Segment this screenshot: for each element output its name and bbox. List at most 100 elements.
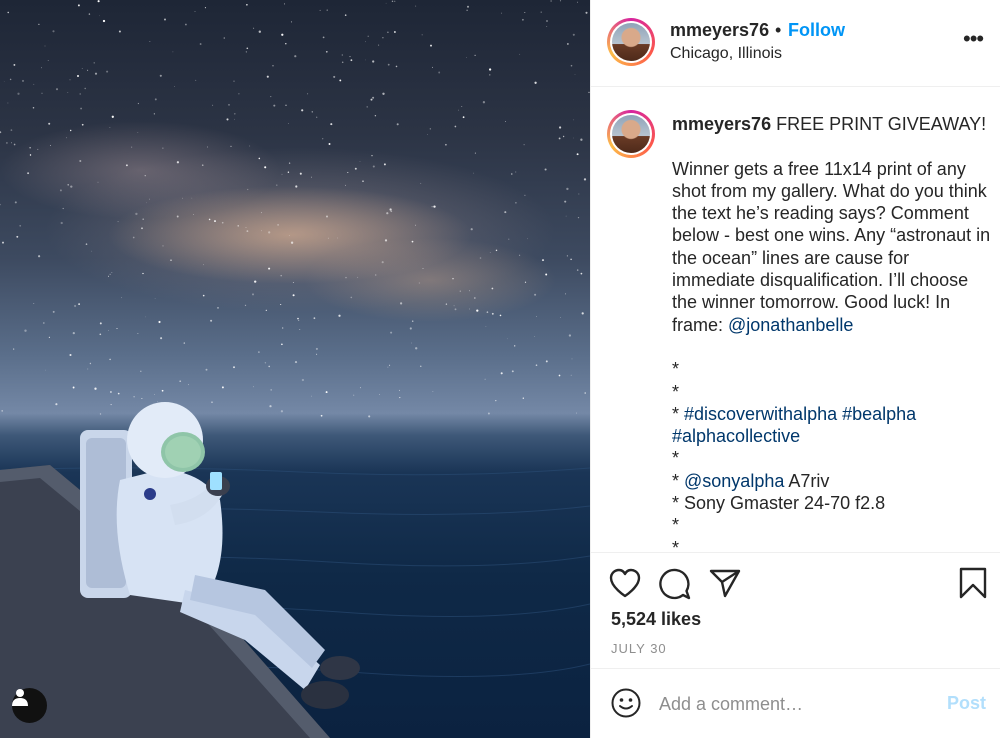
star	[3, 81, 5, 82]
star	[322, 36, 325, 39]
follow-button[interactable]: Follow	[788, 20, 845, 41]
comment-icon[interactable]	[659, 568, 691, 600]
frame-mention-link[interactable]: @jonathanbelle	[728, 315, 853, 335]
star	[154, 298, 156, 299]
star	[162, 147, 164, 149]
star	[253, 27, 255, 29]
star	[117, 221, 119, 223]
bookmark-icon[interactable]	[959, 567, 987, 599]
star	[316, 116, 318, 118]
caption-star-line: *	[672, 448, 680, 469]
caption-username[interactable]: mmeyers76	[672, 114, 771, 134]
star	[515, 201, 517, 204]
star	[570, 374, 572, 376]
post-location[interactable]: Chicago, Illinois	[670, 45, 782, 63]
star	[454, 308, 457, 311]
star	[109, 127, 111, 129]
star	[524, 281, 527, 283]
post-comment-button[interactable]: Post	[947, 693, 986, 714]
star	[381, 261, 384, 264]
star	[188, 384, 190, 386]
star	[9, 78, 12, 81]
star	[522, 397, 524, 399]
star	[339, 79, 342, 82]
star	[374, 115, 377, 117]
star	[7, 11, 9, 14]
star	[141, 227, 143, 230]
star	[583, 178, 587, 181]
caption-star-prefix: *	[672, 470, 685, 491]
paper-plane-icon[interactable]	[709, 568, 741, 598]
star	[60, 221, 63, 225]
hashtags-link[interactable]: #discoverwithalpha #bealpha #alphacollec…	[672, 404, 921, 446]
star	[0, 203, 1, 206]
star	[102, 19, 106, 23]
star	[387, 366, 389, 368]
comments-section[interactable]: mmeyers76 FREE PRINT GIVEAWAY! Winner ge…	[591, 88, 1000, 552]
star	[183, 342, 186, 344]
post-header: mmeyers76 • Follow Chicago, Illinois •••	[591, 0, 1000, 87]
star	[77, 4, 80, 7]
star	[258, 351, 260, 353]
post-date[interactable]: JULY 30	[611, 641, 667, 656]
star	[50, 144, 51, 146]
star	[91, 250, 93, 252]
star	[390, 210, 393, 213]
star	[69, 79, 71, 81]
author-avatar[interactable]	[607, 18, 655, 66]
camera-mention-link[interactable]: @sonyalpha	[684, 471, 784, 491]
comment-input[interactable]	[659, 688, 929, 720]
post-photo[interactable]	[0, 0, 590, 738]
star	[111, 271, 113, 274]
star	[59, 189, 62, 192]
star	[94, 72, 98, 75]
star	[429, 128, 431, 130]
star	[287, 171, 290, 173]
star	[288, 235, 290, 236]
star	[93, 62, 95, 64]
star	[160, 337, 163, 340]
caption-avatar[interactable]	[607, 110, 655, 158]
star	[489, 251, 491, 253]
star	[378, 44, 380, 46]
star	[330, 123, 333, 126]
star	[210, 319, 213, 322]
star	[524, 194, 526, 197]
star	[523, 144, 525, 146]
star	[387, 31, 389, 33]
star	[149, 41, 151, 42]
star	[327, 237, 329, 239]
star	[469, 290, 470, 292]
star	[67, 92, 69, 93]
star	[237, 225, 239, 227]
star	[580, 272, 583, 275]
author-username[interactable]: mmeyers76	[670, 20, 769, 41]
star	[137, 102, 140, 105]
star	[7, 102, 9, 104]
star	[319, 9, 321, 11]
star	[458, 109, 459, 111]
star	[258, 157, 261, 160]
star	[149, 198, 150, 200]
star	[131, 146, 133, 148]
star	[207, 146, 208, 148]
star	[107, 330, 109, 331]
star	[99, 15, 100, 17]
heart-icon[interactable]	[609, 568, 641, 598]
star	[576, 153, 579, 156]
star	[33, 83, 35, 85]
star	[415, 224, 416, 226]
user-tag-button[interactable]	[12, 688, 47, 723]
star	[506, 338, 508, 340]
star	[585, 11, 588, 14]
star	[281, 173, 283, 175]
more-options-icon[interactable]: •••	[963, 28, 984, 50]
smiley-icon[interactable]	[611, 688, 641, 718]
star	[465, 56, 467, 58]
star	[479, 257, 482, 259]
star	[33, 302, 35, 304]
lens-line: * Sony Gmaster 24-70 f2.8	[672, 493, 886, 514]
likes-count[interactable]: 5,524 likes	[611, 609, 701, 630]
caption-star-line: *	[672, 515, 680, 536]
star	[534, 335, 536, 337]
